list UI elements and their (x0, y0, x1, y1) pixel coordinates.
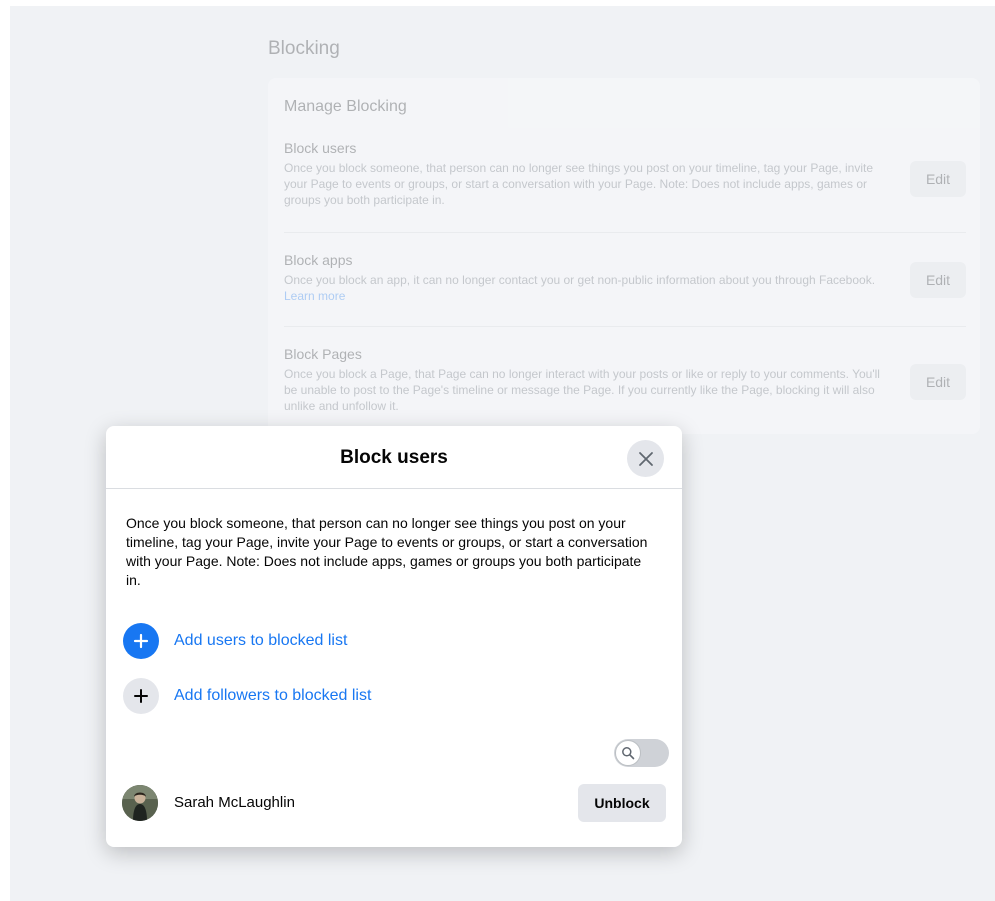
block-pages-row: Block Pages Once you block a Page, that … (284, 346, 966, 414)
dialog-description: Once you block someone, that person can … (126, 515, 648, 588)
add-users-button[interactable]: Add users to blocked list (123, 623, 347, 659)
dialog-title: Block users (340, 447, 448, 468)
search-toggle-knob (615, 740, 641, 766)
add-followers-label: Add followers to blocked list (174, 687, 372, 704)
plus-icon (133, 633, 149, 649)
card-title: Manage Blocking (284, 98, 407, 115)
avatar (122, 785, 158, 821)
edit-block-apps-button[interactable]: Edit (910, 262, 966, 298)
user-name: Sarah McLaughlin (174, 794, 295, 811)
add-icon-circle (123, 623, 159, 659)
row-description: Once you block a Page, that Page can no … (284, 367, 880, 413)
block-apps-row: Block apps Once you block an app, it can… (284, 252, 966, 304)
unblock-button[interactable]: Unblock (578, 784, 666, 822)
edit-block-pages-button[interactable]: Edit (910, 364, 966, 400)
learn-more-link[interactable]: Learn more (284, 289, 345, 303)
dialog-header: Block users (106, 426, 682, 489)
manage-blocking-card: Manage Blocking Block users Once you blo… (268, 78, 980, 434)
divider (284, 326, 966, 327)
search-icon (622, 747, 635, 760)
edit-block-users-button[interactable]: Edit (910, 161, 966, 197)
section-title: Blocking (268, 38, 340, 59)
row-title: Block Pages (284, 346, 362, 362)
row-description: Once you block someone, that person can … (284, 161, 874, 207)
close-icon (638, 451, 653, 466)
block-users-dialog: Block users Once you block someone, that… (106, 426, 682, 847)
plus-icon (134, 689, 148, 703)
blocked-user-row: Sarah McLaughlin Unblock (122, 783, 666, 823)
search-toggle[interactable] (614, 739, 669, 767)
divider (284, 232, 966, 233)
row-description-text: Once you block an app, it can no longer … (284, 273, 876, 287)
add-users-label: Add users to blocked list (174, 632, 348, 649)
block-users-row: Block users Once you block someone, that… (284, 140, 966, 208)
row-description: Once you block an app, it can no longer … (284, 272, 894, 304)
close-button[interactable] (627, 440, 664, 477)
row-title: Block apps (284, 252, 353, 268)
row-title: Block users (284, 140, 357, 156)
add-followers-button[interactable]: Add followers to blocked list (123, 678, 371, 714)
add-icon-circle (123, 678, 159, 714)
avatar-image (122, 785, 158, 821)
